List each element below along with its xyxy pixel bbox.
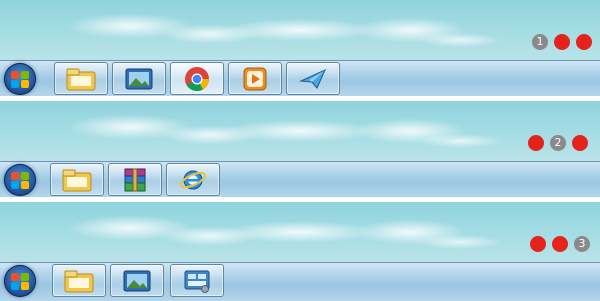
taskbar-panel-3: 3	[0, 202, 600, 301]
indicator-row: 1	[532, 34, 592, 50]
taskbar-item-internet-explorer[interactable]	[166, 163, 220, 196]
taskbar-item-media-player[interactable]	[228, 62, 282, 95]
taskbar-item-chrome[interactable]	[170, 62, 224, 95]
indicator-row: 3	[530, 236, 590, 252]
start-button[interactable]	[4, 63, 36, 95]
windows-logo-green	[21, 273, 29, 281]
windows-logo-blue	[11, 282, 19, 290]
windows-logo-blue	[11, 80, 19, 88]
windows-logo-icon	[11, 273, 19, 281]
photo-viewer-icon	[123, 270, 151, 291]
taskbar-item-explorer[interactable]	[50, 163, 104, 196]
start-button[interactable]	[4, 265, 36, 297]
explorer-icon	[66, 68, 96, 90]
desktop-wallpaper	[0, 202, 600, 262]
taskbar-item-photo-viewer[interactable]	[112, 62, 166, 95]
taskbar	[0, 262, 600, 301]
taskbar-panel-2: 2	[0, 101, 600, 197]
windows-logo-green	[21, 71, 29, 79]
taskbar-item-photo-viewer[interactable]	[110, 264, 164, 297]
taskbar	[0, 161, 600, 197]
internet-explorer-icon	[180, 170, 206, 189]
windows-logo-blue	[11, 181, 19, 189]
windows-logo-icon	[11, 172, 19, 180]
desktop-wallpaper	[0, 101, 600, 161]
paper-plane-icon	[299, 68, 326, 89]
taskbar	[0, 60, 600, 96]
explorer-icon	[64, 270, 94, 292]
winrar-icon	[124, 168, 146, 191]
taskbar-item-paper-plane[interactable]	[286, 62, 340, 95]
desktop-wallpaper	[0, 0, 600, 60]
windows-logo-green	[21, 172, 29, 180]
panel-number-badge: 1	[532, 34, 548, 50]
chrome-icon	[185, 66, 209, 91]
red-dot	[552, 236, 568, 252]
indicator-row: 2	[528, 135, 588, 151]
red-dot	[554, 34, 570, 50]
taskbar-panel-1: 1	[0, 0, 600, 96]
control-panel-icon	[184, 270, 210, 293]
taskbar-item-winrar[interactable]	[108, 163, 162, 196]
windows-logo-yellow	[21, 181, 29, 189]
red-dot	[530, 236, 546, 252]
windows-logo-yellow	[21, 282, 29, 290]
photo-viewer-icon	[125, 68, 153, 89]
explorer-icon	[62, 169, 92, 191]
start-button[interactable]	[4, 164, 36, 196]
media-player-icon	[243, 67, 267, 90]
red-dot	[572, 135, 588, 151]
windows-logo-icon	[11, 71, 19, 79]
panel-number-badge: 3	[574, 236, 590, 252]
taskbar-item-control-panel[interactable]	[170, 264, 224, 297]
panel-number-badge: 2	[550, 135, 566, 151]
taskbar-item-explorer[interactable]	[52, 264, 106, 297]
red-dot	[576, 34, 592, 50]
windows-logo-yellow	[21, 80, 29, 88]
taskbar-item-explorer[interactable]	[54, 62, 108, 95]
red-dot	[528, 135, 544, 151]
